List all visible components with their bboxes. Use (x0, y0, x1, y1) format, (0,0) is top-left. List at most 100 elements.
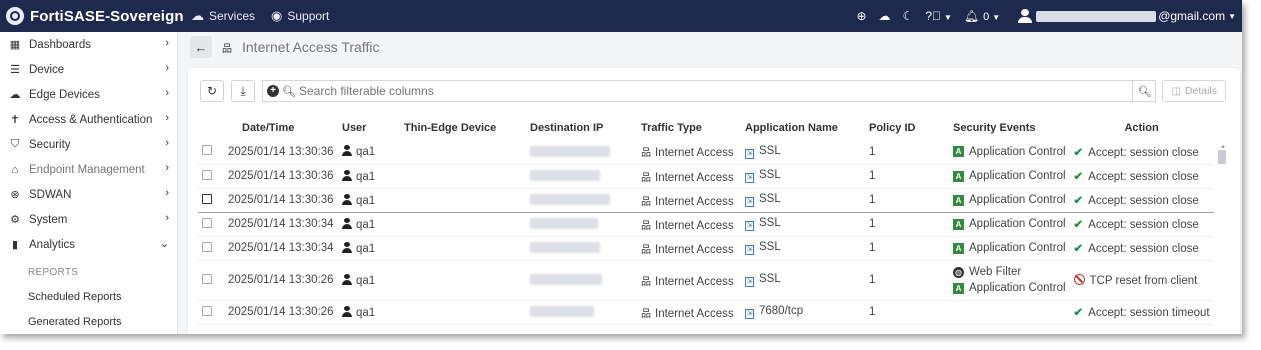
redacted-email (1036, 10, 1157, 22)
sidebar-item-dashboards[interactable]: ▦ Dashboards › (0, 32, 177, 57)
column-header-traffic-type[interactable]: Traffic Type (637, 116, 741, 140)
user-menu[interactable]: @gmail.com ▼ (1018, 9, 1236, 23)
column-header-destination-ip[interactable]: Destination IP (526, 116, 637, 140)
row-checkbox[interactable] (202, 169, 212, 180)
download-circle-icon[interactable]: ⊕ (856, 9, 866, 23)
user-cell: qa1 (338, 300, 400, 325)
column-header-security-events[interactable]: Security Events (949, 116, 1070, 140)
sidebar-item-access-authentication[interactable]: ✝ Access & Authentication › (0, 107, 177, 132)
services-link[interactable]: ☁ Services (191, 8, 255, 24)
traffic-type-label: Internet Access (655, 195, 734, 208)
network-icon: 品 (222, 43, 232, 55)
column-header-thin-edge-device[interactable]: Thin-Edge Device (400, 116, 526, 140)
datetime-cell: 2025/01/14 13:30:26 (224, 260, 338, 301)
table-row[interactable]: 2025/01/14 13:30:36 qa1 品 Internet Access ⇲ S… (198, 140, 1214, 165)
traffic-type-label: Internet Access (655, 275, 734, 288)
application-icon: ⇲ (745, 148, 754, 159)
security-event[interactable]: A Application Control (953, 144, 1066, 160)
table-row[interactable]: 2025/01/14 13:30:36 qa1 品 Internet Access ⇲ S… (198, 187, 1214, 213)
security-event[interactable]: A Application Control (953, 216, 1066, 232)
details-button[interactable]: ◫ Details (1162, 80, 1226, 102)
fortisase-logo-icon (6, 7, 24, 25)
action-label: Accept: session timeout (1088, 307, 1210, 319)
row-checkbox[interactable] (202, 193, 212, 204)
row-checkbox[interactable] (202, 241, 212, 252)
security-event[interactable]: A Application Control (953, 240, 1066, 256)
traffic-type-cell: 品 Internet Access (637, 236, 741, 261)
chevron-right-icon: › (165, 112, 169, 124)
action-cell: ✔ Accept: session timeout (1069, 300, 1214, 325)
column-header-datetime[interactable]: Date/Time (224, 116, 338, 140)
destination-ip-cell (526, 260, 637, 301)
user-cell: qa1 (338, 164, 400, 189)
vertical-scrollbar-thumb[interactable] (1218, 150, 1226, 164)
checkmark-icon: ✔ (1073, 171, 1084, 183)
table-row[interactable]: 2025/01/14 13:30:36 qa1 品 Internet Access ⇲ S… (198, 164, 1214, 189)
action-cell: ✔ Accept: session close (1069, 236, 1214, 261)
security-event[interactable]: ◍ Web Filter (953, 264, 1066, 280)
moon-theme-icon[interactable]: ☾ (903, 9, 914, 23)
sidebar-item-device[interactable]: ☰ Device › (0, 57, 177, 82)
action-label: TCP reset from client (1089, 274, 1198, 287)
chevron-right-icon: › (165, 187, 169, 199)
checkmark-icon: ✔ (1073, 195, 1084, 207)
security-event[interactable]: A Application Control (953, 168, 1066, 184)
thin-edge-device-cell (400, 260, 526, 301)
grid-icon: ▦ (9, 39, 21, 51)
datetime-cell: 2025/01/14 13:30:26 (224, 300, 338, 325)
sidebar-item-label: Edge Devices (29, 88, 100, 101)
column-header-user[interactable]: User (338, 116, 400, 140)
row-checkbox[interactable] (202, 217, 212, 228)
notification-count: 0 (983, 11, 990, 23)
app-window: FortiSASE-Sovereign ☁ Services ◉ Support… (0, 0, 1242, 334)
search-button[interactable]: 🔍︎ (1132, 80, 1157, 102)
security-event[interactable]: A Application Control (953, 280, 1066, 296)
table-row[interactable]: 2025/01/14 13:30:26 qa1 品 Internet Access ⇲ S… (198, 260, 1214, 301)
add-filter-icon[interactable]: + (267, 85, 279, 97)
help-menu[interactable]: ?⃝ ▼ (925, 9, 952, 23)
application-label: SSL (759, 169, 781, 181)
notifications-menu[interactable]: 🔔︎ 0 ▼ (964, 9, 1000, 23)
network-icon: 品 (641, 220, 651, 232)
security-event[interactable]: A Application Control (953, 192, 1066, 208)
download-button[interactable]: ⤓ (231, 80, 255, 102)
sidebar-item-security[interactable]: ⛉ Security › (0, 132, 177, 157)
application-name-cell: ⇲ SSL (741, 260, 865, 301)
search-input[interactable] (298, 84, 999, 98)
application-name-cell: ⇲ 7680/tcp (741, 300, 865, 325)
network-icon: 品 (641, 172, 651, 184)
column-header-policy-id[interactable]: Policy ID (865, 116, 949, 140)
sidebar-item-sdwan[interactable]: ⊛ SDWAN › (0, 182, 177, 207)
table-row[interactable]: 2025/01/14 13:30:26 qa1 品 Internet Access ⇲ 7… (198, 300, 1214, 325)
application-icon: ⇲ (745, 309, 754, 319)
list-icon: ☰ (10, 64, 20, 76)
traffic-table: Date/Time User Thin-Edge Device Destinat… (198, 116, 1214, 325)
checkmark-icon: ✔ (1073, 146, 1084, 159)
details-label: Details (1184, 85, 1217, 97)
traffic-type-cell: 品 Internet Access (637, 140, 741, 165)
download-icon: ⤓ (240, 83, 246, 98)
row-checkbox[interactable] (202, 145, 212, 156)
column-header-application-name[interactable]: Application Name (741, 116, 865, 140)
sidebar-item-endpoint-management[interactable]: ⌂ Endpoint Management › (0, 157, 177, 182)
user-cell: qa1 (338, 260, 400, 301)
row-checkbox[interactable] (202, 305, 212, 316)
row-checkbox[interactable] (202, 273, 212, 284)
sidebar-item-edge-devices[interactable]: ☁ Edge Devices › (0, 82, 177, 107)
cloud-icon[interactable]: ☁ (879, 9, 891, 23)
back-button[interactable]: ← (190, 36, 212, 58)
action-label: Accept: session close (1088, 146, 1199, 159)
table-row[interactable]: 2025/01/14 13:30:34 qa1 品 Internet Access ⇲ S… (198, 212, 1214, 237)
sidebar-item-system[interactable]: ⚙ System › (0, 207, 177, 232)
brand[interactable]: FortiSASE-Sovereign (0, 7, 185, 25)
table-row[interactable]: 2025/01/14 13:30:34 qa1 品 Internet Access ⇲ S… (198, 236, 1214, 261)
application-icon: ⇲ (745, 277, 754, 287)
sidebar-item-generated-reports[interactable]: Generated Reports (0, 310, 177, 334)
sidebar-item-scheduled-reports[interactable]: Scheduled Reports (0, 285, 177, 310)
traffic-type-cell: 品 Internet Access (637, 212, 741, 237)
refresh-button[interactable]: ↻ (200, 80, 224, 102)
sidebar-item-analytics[interactable]: ▮ Analytics ⌄ (0, 232, 177, 257)
support-link[interactable]: ◉ Support (271, 8, 329, 24)
column-header-action[interactable]: Action (1070, 116, 1214, 140)
user-cell: qa1 (338, 187, 400, 213)
